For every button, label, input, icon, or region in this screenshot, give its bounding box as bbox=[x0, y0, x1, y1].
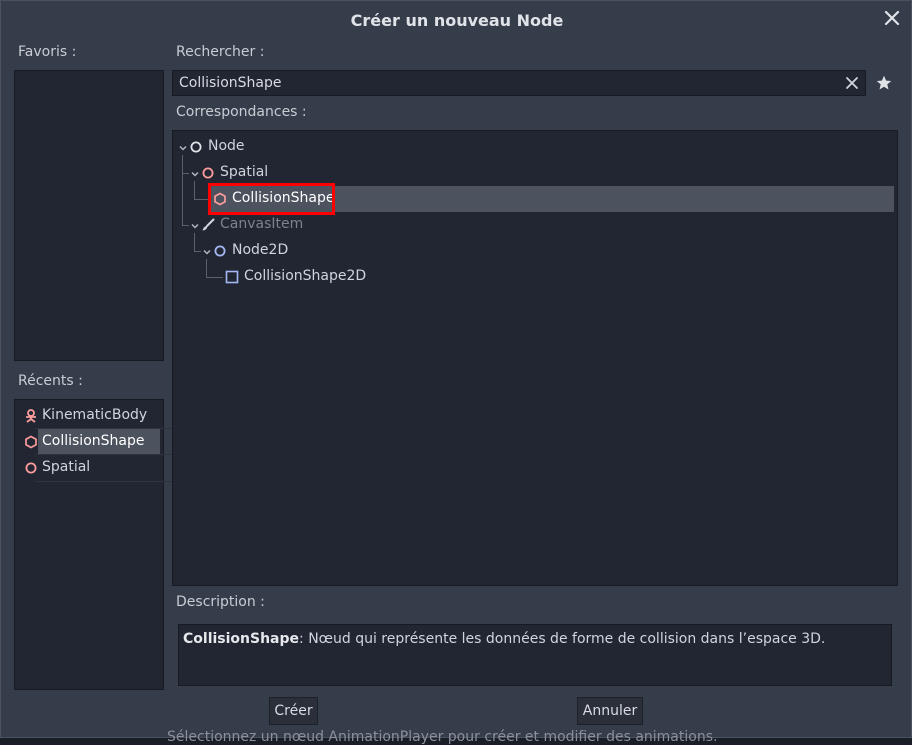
tree-item-label: Node bbox=[208, 138, 245, 154]
spatial-icon bbox=[202, 167, 214, 179]
chevron-down-icon[interactable] bbox=[178, 143, 188, 153]
dialog-title: Créer un nouveau Node bbox=[350, 11, 564, 30]
recents-list[interactable]: KinematicBody CollisionShape Spatial bbox=[14, 399, 173, 690]
description-box: CollisionShape: Nœud qui représente les … bbox=[178, 624, 892, 686]
description-node-name: CollisionShape bbox=[183, 631, 300, 647]
tree-item-label: Spatial bbox=[220, 164, 269, 180]
recent-item-label: KinematicBody bbox=[42, 407, 148, 423]
close-icon[interactable] bbox=[883, 9, 901, 27]
recent-item-spatial[interactable]: Spatial bbox=[18, 455, 161, 481]
node-icon bbox=[190, 141, 202, 153]
highlight-box bbox=[208, 183, 335, 215]
search-label: Rechercher : bbox=[176, 44, 265, 60]
search-input[interactable]: CollisionShape bbox=[172, 70, 866, 96]
node2d-icon bbox=[214, 245, 226, 257]
kinematic-body-icon bbox=[26, 409, 36, 423]
recent-item-kinematic-body[interactable]: KinematicBody bbox=[18, 403, 161, 429]
create-button[interactable]: Créer bbox=[269, 697, 318, 725]
chevron-down-icon[interactable] bbox=[190, 221, 200, 231]
tree-item-node2d[interactable]: Node2D bbox=[213, 238, 893, 264]
matches-label: Correspondances : bbox=[176, 104, 307, 120]
description-text: : Nœud qui représente les données de for… bbox=[299, 631, 826, 647]
collision-shape-2d-icon bbox=[225, 270, 239, 284]
recent-item-label: Spatial bbox=[42, 459, 91, 475]
collision-shape-icon bbox=[25, 435, 37, 449]
recent-item-label: CollisionShape bbox=[42, 433, 145, 449]
chevron-down-icon[interactable] bbox=[202, 247, 212, 257]
recent-item-collision-shape[interactable]: CollisionShape bbox=[18, 429, 161, 455]
tree-item-node[interactable]: Node bbox=[189, 134, 889, 160]
description-label: Description : bbox=[176, 594, 265, 610]
star-icon[interactable] bbox=[875, 74, 893, 92]
spatial-icon bbox=[25, 462, 37, 474]
tree-item-canvas-item[interactable]: CanvasItem bbox=[201, 212, 891, 238]
tree-item-label: Node2D bbox=[232, 242, 289, 258]
tree-item-label: CanvasItem bbox=[220, 216, 304, 232]
brush-icon bbox=[202, 218, 215, 231]
title-bar: Créer un nouveau Node bbox=[1, 1, 912, 39]
favorites-list[interactable] bbox=[14, 70, 164, 361]
create-node-dialog: Créer un nouveau Node Favoris : Récents … bbox=[0, 0, 912, 745]
tree-item-label: CollisionShape2D bbox=[244, 268, 367, 284]
cancel-button[interactable]: Annuler bbox=[577, 697, 643, 725]
favorites-label: Favoris : bbox=[18, 44, 77, 60]
search-value: CollisionShape bbox=[179, 75, 282, 91]
footer-hint: Sélectionnez un nœud AnimationPlayer pou… bbox=[167, 729, 718, 745]
clear-icon[interactable] bbox=[845, 76, 859, 90]
tree-item-collision-shape-2d[interactable]: CollisionShape2D bbox=[225, 264, 885, 290]
chevron-down-icon[interactable] bbox=[190, 169, 200, 179]
recents-label: Récents : bbox=[18, 373, 83, 389]
